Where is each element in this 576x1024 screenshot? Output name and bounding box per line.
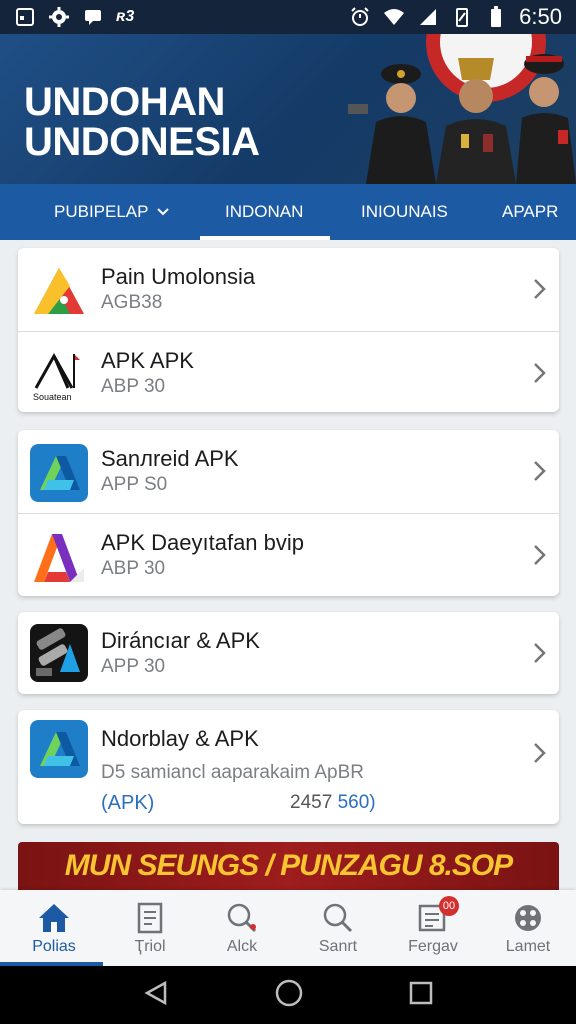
- tab-bar: PUBIPELAP INDONAN INIOUNAIS APAPR: [0, 184, 576, 240]
- notification-badge: 00: [439, 896, 459, 916]
- blue-a-app-icon: [30, 720, 88, 778]
- dark-tool-app-icon: [30, 624, 88, 682]
- app-subtitle: APP 30: [101, 656, 166, 677]
- tent-logo-icon: Souatean: [30, 346, 88, 404]
- bottom-navigation: Polias Ҭriol Alck Sanrt 00 Fergav Lamet: [0, 890, 576, 966]
- notification-board-icon: 00: [415, 896, 459, 936]
- search-pin-icon: [224, 900, 260, 936]
- nav-item-alck[interactable]: Alck: [194, 890, 290, 966]
- wifi-icon: [383, 6, 405, 28]
- search-icon: [320, 900, 356, 936]
- status-bar: ʀ3 6:50: [0, 0, 576, 34]
- app-description: D5 samiancl aaparakaim ApBR: [101, 762, 364, 783]
- back-icon[interactable]: [143, 980, 169, 1011]
- recents-icon[interactable]: [409, 981, 433, 1010]
- tab-iniounais[interactable]: INIOUNAIS: [361, 184, 448, 240]
- app-subtitle: APP S0: [101, 474, 168, 495]
- app-list-card: Sanлreid APK APP S0 APK Daeyıtafan bvip …: [18, 430, 559, 596]
- app-list-card: Pain Umolonsia AGB38 Souatean APK APK AB…: [18, 248, 559, 412]
- nav-item-fergav[interactable]: 00 Fergav: [385, 890, 481, 966]
- app-header: UNDOHAN UNDONESIA: [0, 34, 576, 184]
- screenshot-icon: [14, 6, 36, 28]
- nav-item-lamet[interactable]: Lamet: [480, 890, 576, 966]
- tab-apapr[interactable]: APAPR: [502, 184, 558, 240]
- settings-icon: [48, 6, 70, 28]
- app-title: Pain Umolonsia: [101, 264, 256, 289]
- nav-item-polias[interactable]: Polias: [6, 890, 102, 966]
- banner-text: MUN SEUNGS / PUNZAGU 8.SOP: [64, 849, 513, 882]
- app-title: Sanлreid APK: [101, 446, 239, 471]
- app-list-card: Ndorblay & APK D5 samiancl aaparakaim Ap…: [18, 710, 559, 824]
- app-title: APK Daeyıtafan bvip: [101, 530, 305, 555]
- home-icon: [36, 900, 72, 936]
- grid-circle-icon: [510, 900, 546, 936]
- list-item[interactable]: Pain Umolonsia AGB38: [18, 248, 559, 332]
- promo-banner[interactable]: MUN SEUNGS / PUNZAGU 8.SOP: [18, 842, 559, 890]
- app-subtitle: ABP 30: [101, 376, 166, 397]
- active-tab-indicator: [200, 236, 330, 240]
- battery-icon: [485, 6, 507, 28]
- download-count: 2457 560): [290, 792, 376, 813]
- list-item[interactable]: Ndorblay & APK D5 samiancl aaparakaim Ap…: [18, 710, 559, 824]
- chevron-right-icon: [534, 279, 546, 299]
- message-icon: [82, 6, 104, 28]
- chevron-right-icon: [534, 743, 546, 763]
- nav-item-sanrt[interactable]: Sanrt: [290, 890, 386, 966]
- list-item[interactable]: Diráncıar & APK APP 30: [18, 612, 559, 694]
- battery-saver-icon: [451, 6, 473, 28]
- page-title: UNDOHAN UNDONESIA: [24, 80, 260, 164]
- blue-a-app-icon: [30, 444, 88, 502]
- home-button-icon[interactable]: [275, 979, 303, 1012]
- tab-pubipelap[interactable]: PUBIPELAP: [54, 184, 169, 240]
- chevron-right-icon: [534, 545, 546, 565]
- colorful-a-app-icon: [30, 528, 88, 586]
- document-icon: [132, 900, 168, 936]
- list-item[interactable]: APK Daeyıtafan bvip ABP 30: [18, 514, 559, 598]
- app-subtitle: AGB38: [101, 292, 163, 313]
- chevron-right-icon: [534, 643, 546, 663]
- app-list-card: Diráncıar & APK APP 30: [18, 612, 559, 694]
- officers-illustration: [348, 34, 576, 184]
- chevron-right-icon: [534, 363, 546, 383]
- app-subtitle: ABP 30: [101, 558, 166, 579]
- list-item[interactable]: Sanлreid APK APP S0: [18, 430, 559, 514]
- signal-icon: [417, 6, 439, 28]
- clock: 6:50: [519, 4, 562, 29]
- tab-indonan[interactable]: INDONAN: [225, 184, 303, 240]
- app-title: Ndorblay & APK: [101, 726, 259, 751]
- chevron-right-icon: [534, 461, 546, 481]
- carrier-text: ʀ3: [116, 8, 135, 25]
- app-title: Diráncıar & APK: [101, 628, 260, 653]
- chevron-down-icon: [156, 205, 169, 219]
- triangle-app-icon: [30, 262, 88, 320]
- tent-logo-text: Souatean: [33, 392, 72, 402]
- nav-item-triol[interactable]: Ҭriol: [102, 890, 198, 966]
- app-title: APK APK: [101, 348, 194, 373]
- alarm-icon: [349, 6, 371, 28]
- system-navigation-bar: [0, 966, 576, 1024]
- apk-tag: (APK): [101, 792, 155, 814]
- list-item[interactable]: Souatean APK APK ABP 30: [18, 332, 559, 416]
